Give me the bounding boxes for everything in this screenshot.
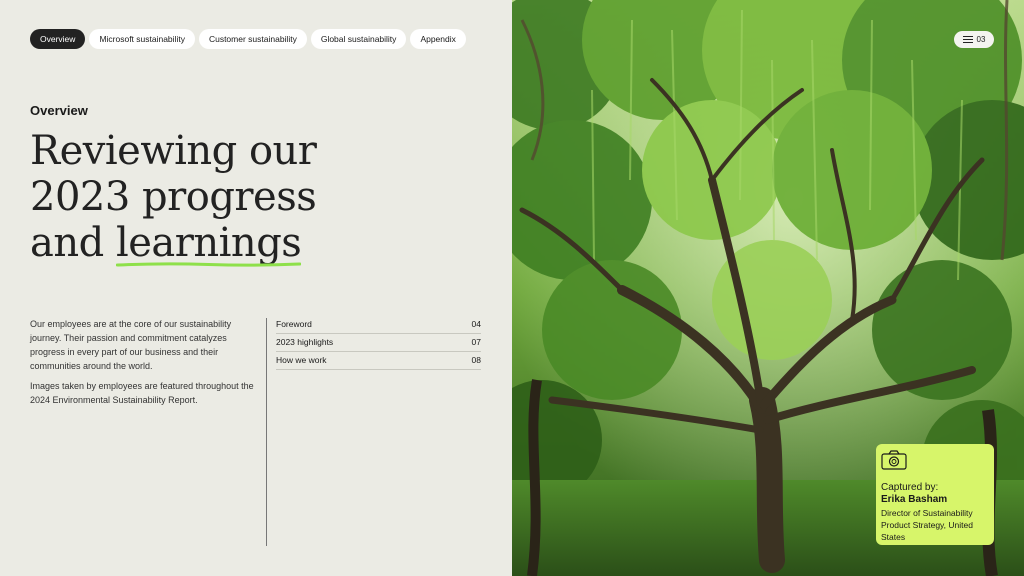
credit-label: Captured by: (881, 482, 939, 493)
photographer-role: Director of Sustainability Product Strat… (881, 508, 973, 542)
toc-item-how-we-work[interactable]: How we work 08 (276, 352, 481, 370)
highlight-underline (115, 262, 302, 267)
toc-item-label: Foreword (276, 319, 312, 329)
title-line-3-prefix: and (30, 220, 116, 266)
photo-credit-card: Captured by: Erika Basham Director of Su… (876, 444, 994, 545)
section-tabs: Overview Microsoft sustainability Custom… (30, 29, 466, 49)
toc-item-2023-highlights[interactable]: 2023 highlights 07 (276, 334, 481, 352)
photographer-name: Erika Basham (881, 494, 948, 505)
camera-icon (881, 450, 907, 470)
menu-icon (962, 36, 973, 43)
title-highlight: learnings (115, 220, 302, 267)
tab-customer-sustainability[interactable]: Customer sustainability (198, 29, 307, 49)
page-title: Reviewing our 2023 progress and learning… (30, 128, 317, 267)
table-of-contents: Foreword 04 2023 highlights 07 How we wo… (276, 316, 481, 370)
intro-paragraph-1: Our employees are at the core of our sus… (30, 319, 232, 371)
title-line-2: 2023 progress (30, 174, 317, 220)
toc-item-label: 2023 highlights (276, 337, 334, 347)
title-line-3: and learnings (30, 220, 316, 267)
menu-button[interactable]: 03 (954, 31, 994, 48)
intro-text: Our employees are at the core of our sus… (30, 317, 255, 407)
content-panel: Overview Microsoft sustainability Custom… (0, 0, 512, 576)
title-line-1: Reviewing our (30, 128, 317, 174)
toc-item-label: How we work (276, 355, 327, 365)
toc-item-page: 08 (471, 355, 481, 365)
divider (266, 318, 267, 546)
tab-appendix[interactable]: Appendix (410, 29, 466, 49)
intro-paragraph-2: Images taken by employees are featured t… (30, 381, 254, 405)
tab-global-sustainability[interactable]: Global sustainability (310, 29, 407, 49)
section-label: Overview (30, 103, 88, 118)
tab-microsoft-sustainability[interactable]: Microsoft sustainability (89, 29, 195, 49)
page-number: 03 (976, 35, 986, 44)
tab-overview[interactable]: Overview (30, 29, 86, 49)
toc-item-page: 07 (471, 337, 481, 347)
toc-item-foreword[interactable]: Foreword 04 (276, 316, 481, 334)
toc-item-page: 04 (471, 319, 481, 329)
